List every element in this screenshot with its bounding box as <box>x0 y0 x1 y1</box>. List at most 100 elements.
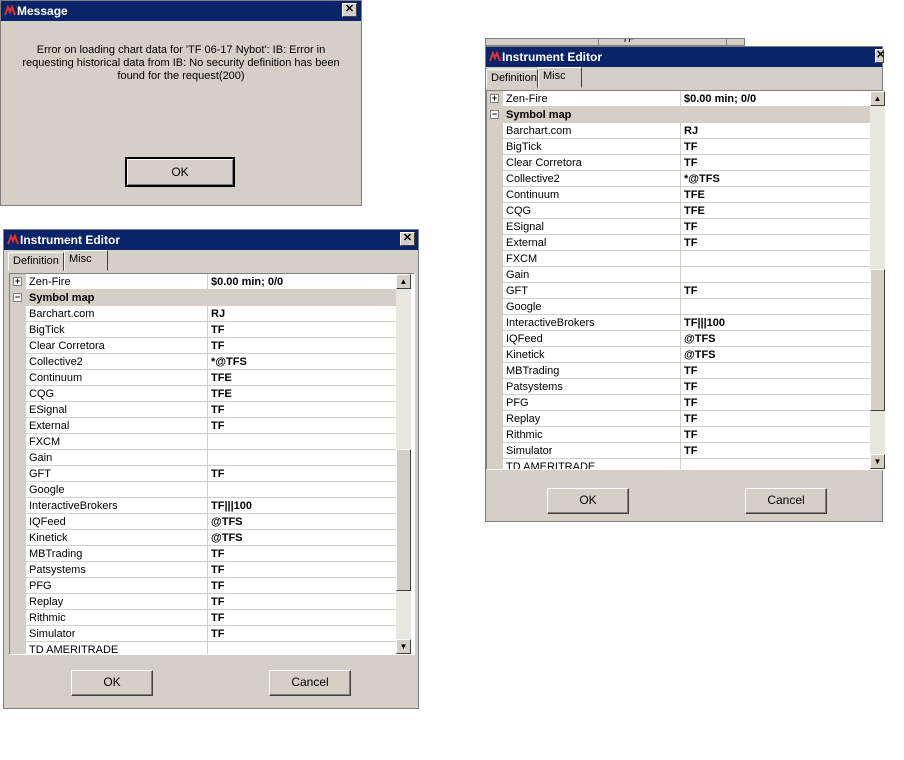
editor-right-cancel-button[interactable]: Cancel <box>745 488 827 514</box>
property-value[interactable]: TFE <box>211 370 232 386</box>
property-value[interactable]: *@TFS <box>211 354 247 370</box>
symbol-map-row[interactable]: Google <box>487 299 872 315</box>
symbol-map-row[interactable]: IQFeed @TFS <box>10 514 399 530</box>
symbol-map-row[interactable]: PFG TF <box>10 578 399 594</box>
symbol-map-row[interactable]: InteractiveBrokers TF|||100 <box>487 315 872 331</box>
symbol-map-row[interactable]: CQG TFE <box>10 386 399 402</box>
expand-icon[interactable]: + <box>13 277 22 286</box>
editor-right-titlebar[interactable]: Instrument Editor <box>486 47 882 67</box>
symbol-map-row[interactable]: Continuum TFE <box>10 370 399 386</box>
symbol-map-row[interactable]: CQG TFE <box>487 203 872 219</box>
property-value[interactable]: TF <box>684 395 697 411</box>
symbol-map-row[interactable]: MBTrading TF <box>10 546 399 562</box>
symbol-map-section[interactable]: − Symbol map <box>10 290 399 306</box>
symbol-map-row[interactable]: TD AMERITRADE <box>487 459 872 469</box>
symbol-map-row[interactable]: Rithmic TF <box>10 610 399 626</box>
symbol-map-row[interactable]: Continuum TFE <box>487 187 872 203</box>
tab-definition[interactable]: Definition <box>8 252 64 271</box>
property-value[interactable]: TF <box>211 322 224 338</box>
property-value[interactable]: TF <box>684 443 697 459</box>
symbol-map-row[interactable]: Patsystems TF <box>487 379 872 395</box>
property-value[interactable]: RJ <box>211 306 225 322</box>
close-icon[interactable]: ✕ <box>400 232 415 246</box>
collapse-icon[interactable]: − <box>490 110 499 119</box>
zenfire-row[interactable]: + Zen-Fire $0.00 min; 0/0 <box>487 91 872 107</box>
symbol-map-row[interactable]: IQFeed @TFS <box>487 331 872 347</box>
symbol-map-row[interactable]: Barchart.com RJ <box>10 306 399 322</box>
symbol-map-row[interactable]: Google <box>10 482 399 498</box>
property-value[interactable]: *@TFS <box>684 171 720 187</box>
close-icon[interactable]: ✕ <box>875 49 884 63</box>
symbol-map-row[interactable]: Barchart.com RJ <box>487 123 872 139</box>
property-value[interactable]: TF <box>684 427 697 443</box>
scroll-thumb[interactable] <box>870 269 885 411</box>
editor-left-titlebar[interactable]: Instrument Editor <box>4 230 418 250</box>
symbol-map-row[interactable]: BigTick TF <box>487 139 872 155</box>
property-value[interactable]: TF <box>684 235 697 251</box>
zenfire-row[interactable]: + Zen-Fire $0.00 min; 0/0 <box>10 274 399 290</box>
property-value[interactable]: TF <box>684 283 697 299</box>
symbol-map-row[interactable]: Simulator TF <box>10 626 399 642</box>
symbol-map-row[interactable]: MBTrading TF <box>487 363 872 379</box>
symbol-map-row[interactable]: InteractiveBrokers TF|||100 <box>10 498 399 514</box>
editor-left-property-grid[interactable]: + Zen-Fire $0.00 min; 0/0− Symbol map Barcha… <box>9 273 415 655</box>
property-value[interactable]: RJ <box>684 123 698 139</box>
symbol-map-row[interactable]: External TF <box>487 235 872 251</box>
scroll-up-icon[interactable]: ▲ <box>870 91 885 106</box>
expand-icon[interactable]: + <box>490 94 499 103</box>
symbol-map-row[interactable]: Replay TF <box>487 411 872 427</box>
scroll-thumb[interactable] <box>396 449 411 591</box>
symbol-map-row[interactable]: Replay TF <box>10 594 399 610</box>
editor-right-scrollbar[interactable]: ▲ ▼ <box>870 91 885 469</box>
property-value[interactable]: TFE <box>211 386 232 402</box>
property-value[interactable]: TF <box>211 402 224 418</box>
symbol-map-row[interactable]: ESignal TF <box>487 219 872 235</box>
symbol-map-row[interactable]: Kinetick @TFS <box>487 347 872 363</box>
property-value[interactable]: TF|||100 <box>211 498 252 514</box>
symbol-map-row[interactable]: FXCM <box>10 434 399 450</box>
property-value[interactable]: TF <box>211 546 224 562</box>
collapse-icon[interactable]: − <box>13 293 22 302</box>
property-value[interactable]: $0.00 min; 0/0 <box>684 91 756 107</box>
property-value[interactable]: TF <box>211 466 224 482</box>
symbol-map-section[interactable]: − Symbol map <box>487 107 872 123</box>
editor-right-ok-button[interactable]: OK <box>547 488 629 514</box>
property-value[interactable]: TF <box>211 562 224 578</box>
symbol-map-row[interactable]: Kinetick @TFS <box>10 530 399 546</box>
property-value[interactable]: TF <box>684 139 697 155</box>
editor-left-scrollbar[interactable]: ▲ ▼ <box>396 274 411 654</box>
tab-misc[interactable]: Misc <box>538 67 582 88</box>
close-icon[interactable]: ✕ <box>342 3 357 17</box>
symbol-map-row[interactable]: Gain <box>487 267 872 283</box>
property-value[interactable]: TF <box>211 594 224 610</box>
symbol-map-row[interactable]: External TF <box>10 418 399 434</box>
property-value[interactable]: @TFS <box>684 331 716 347</box>
property-value[interactable]: @TFS <box>211 514 243 530</box>
property-value[interactable]: TF|||100 <box>684 315 725 331</box>
property-value[interactable]: TF <box>211 338 224 354</box>
scroll-up-icon[interactable]: ▲ <box>396 274 411 289</box>
symbol-map-row[interactable]: GFT TF <box>10 466 399 482</box>
scroll-down-icon[interactable]: ▼ <box>396 639 411 654</box>
symbol-map-row[interactable]: PFG TF <box>487 395 872 411</box>
symbol-map-row[interactable]: Clear Corretora TF <box>487 155 872 171</box>
property-value[interactable]: TF <box>684 363 697 379</box>
tab-misc[interactable]: Misc <box>64 250 108 271</box>
editor-left-cancel-button[interactable]: Cancel <box>269 670 351 696</box>
symbol-map-row[interactable]: Clear Corretora TF <box>10 338 399 354</box>
property-value[interactable]: TFE <box>684 187 705 203</box>
property-value[interactable]: $0.00 min; 0/0 <box>211 274 283 290</box>
scroll-down-icon[interactable]: ▼ <box>870 454 885 469</box>
property-value[interactable]: TF <box>684 379 697 395</box>
symbol-map-row[interactable]: GFT TF <box>487 283 872 299</box>
property-value[interactable]: TF <box>211 610 224 626</box>
symbol-map-row[interactable]: Simulator TF <box>487 443 872 459</box>
editor-right-property-grid[interactable]: + Zen-Fire $0.00 min; 0/0− Symbol map Barcha… <box>486 90 884 470</box>
symbol-map-row[interactable]: TD AMERITRADE <box>10 642 399 654</box>
symbol-map-row[interactable]: Collective2 *@TFS <box>487 171 872 187</box>
property-value[interactable]: TFE <box>684 203 705 219</box>
symbol-map-row[interactable]: ESignal TF <box>10 402 399 418</box>
message-titlebar[interactable]: Message <box>1 1 361 21</box>
property-value[interactable]: TF <box>211 578 224 594</box>
editor-left-ok-button[interactable]: OK <box>71 670 153 696</box>
